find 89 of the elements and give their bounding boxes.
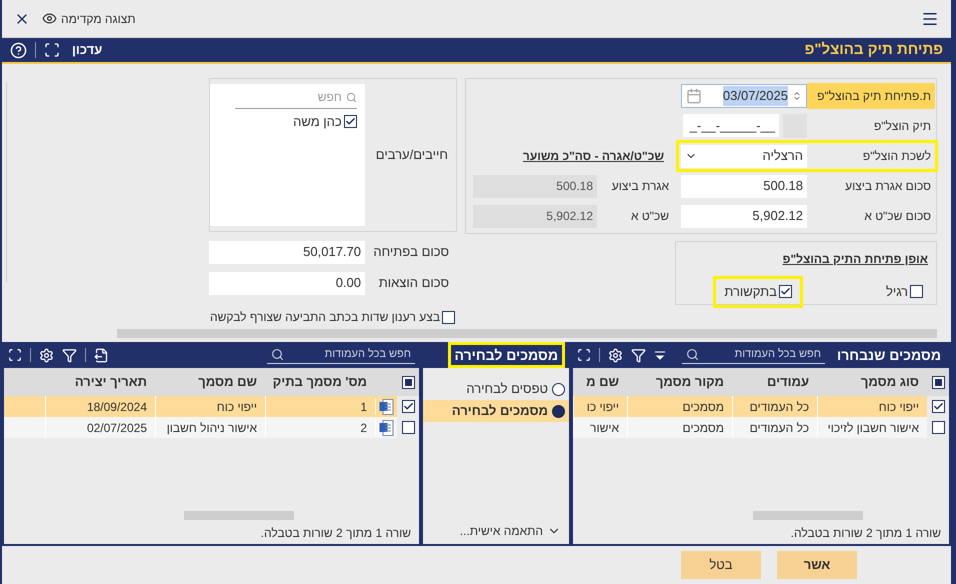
search-field[interactable]: חפש בכל העמודות: [682, 346, 825, 364]
estimate-link[interactable]: שכ"ט/אגרה - סה"כ משוער: [522, 147, 664, 165]
settings-icon[interactable]: [608, 348, 623, 362]
search-field[interactable]: חפש: [242, 88, 342, 106]
input-field[interactable]: 500.18: [681, 174, 807, 198]
document-icon[interactable]: [379, 398, 394, 414]
search-icon: [271, 348, 284, 361]
panel-title: מסמכים לבחירה: [448, 342, 565, 368]
option-checkbox[interactable]: רגיל: [882, 279, 926, 304]
field-label: סכום שכ"ט א: [863, 208, 932, 225]
spinner-icon[interactable]: [792, 91, 802, 101]
input-field[interactable]: 0.00: [209, 272, 365, 294]
field-label: ת.פתיחת תיק בהוצל"פ: [807, 83, 935, 109]
debtor-name: כהן משה: [293, 113, 342, 131]
field-label: תיק הוצל"פ: [872, 118, 932, 135]
table-row[interactable]: ייפוי כוח כל העמודים מסמכים ייפוי כו: [573, 396, 949, 417]
option-item[interactable]: טפסים לבחירה: [423, 378, 569, 400]
action-button[interactable]: בטל: [681, 551, 761, 579]
row-checkbox[interactable]: [932, 421, 944, 434]
checkbox-mark[interactable]: [910, 285, 923, 298]
filter-icon[interactable]: [631, 348, 646, 362]
row-checkbox[interactable]: [402, 421, 414, 434]
field-label: לשכת הוצל"פ: [862, 148, 932, 165]
sort-icon[interactable]: [654, 349, 666, 361]
export-icon[interactable]: [94, 348, 109, 362]
table-row[interactable]: אישור חשבון לזיכוי כל העמודים מסמכים אישור: [573, 417, 949, 438]
field-label: חייבים/ערבים: [374, 146, 449, 164]
search-field[interactable]: חפש בכל העמודות: [267, 346, 415, 364]
column-header[interactable]: שם מ: [573, 372, 627, 392]
debtors-list[interactable]: חפש כהן משה: [210, 84, 365, 226]
refresh-checkbox[interactable]: [442, 310, 455, 324]
field-label: סכום אגרת ביצוע: [844, 178, 932, 195]
search-icon: [346, 92, 357, 102]
eye-icon: [42, 11, 57, 26]
option-checkbox[interactable]: בתקשורת: [713, 276, 803, 308]
settings-icon[interactable]: [39, 348, 54, 362]
preview-button[interactable]: תצוגה מקדימה: [42, 10, 136, 28]
table-cell: 02/07/2025: [45, 417, 155, 438]
fullscreen-icon[interactable]: [44, 42, 60, 58]
field-label: אגרת ביצוע: [610, 178, 670, 195]
section-title: אופן פתיחת התיק בהוצל"פ: [782, 251, 928, 268]
option-item[interactable]: מסמכים לבחירה: [423, 400, 569, 422]
column-header[interactable]: מס' מסמך בתיק: [265, 372, 375, 392]
field-label: סכום בפתיחה: [372, 243, 450, 262]
table-cell: 2: [265, 417, 375, 438]
table-cell: אישור: [573, 417, 627, 438]
checkbox-mark[interactable]: [778, 285, 792, 298]
select-all-checkbox[interactable]: [932, 376, 944, 388]
search-icon: [686, 348, 699, 361]
update-button[interactable]: עדכון: [68, 40, 106, 60]
filter-icon[interactable]: [62, 348, 77, 362]
field-label: סכום הוצאות: [378, 274, 450, 292]
select-all-checkbox[interactable]: [402, 376, 414, 388]
page-title: פתיחת תיק בהוצל"פ: [804, 40, 943, 60]
readonly-field: 500.18: [473, 174, 597, 198]
panel-title: מסמכים שנבחרו: [836, 346, 942, 364]
column-header[interactable]: עמודים: [732, 372, 817, 392]
dropdown[interactable]: הרצליה: [681, 144, 807, 168]
input-field[interactable]: __-_____-__-_: [683, 114, 779, 137]
column-header[interactable]: סוג מסמך: [817, 372, 927, 392]
fullscreen-icon[interactable]: [8, 348, 22, 362]
date-field[interactable]: 03/07/2025: [681, 84, 807, 108]
fullscreen-icon[interactable]: [577, 348, 591, 362]
row-count-text: שורה 1 מתוך 2 שורות בטבלה.: [790, 525, 942, 542]
field-label: שכ"ט א: [630, 208, 670, 225]
table-cell: אישור חשבון לזיכוי: [817, 417, 927, 438]
input-field[interactable]: 50,017.70: [209, 240, 365, 264]
table-cell: אישור ניהול חשבון: [155, 417, 265, 438]
row-checkbox[interactable]: [402, 400, 414, 413]
horizontal-scrollbar[interactable]: [753, 510, 863, 520]
row-count-text: שורה 1 מתוך 2 שורות בטבלה.: [260, 525, 412, 542]
input-field[interactable]: 5,902.12: [681, 204, 807, 228]
checkbox-label: בצע רענון שדות בכתב התביעה שצורף לבקשה: [210, 309, 440, 326]
readonly-field: 5,902.12: [473, 204, 597, 228]
table-cell: כל העמודים: [732, 417, 817, 438]
radio-button[interactable]: [552, 382, 565, 396]
row-checkbox[interactable]: [932, 400, 944, 413]
checkbox[interactable]: [344, 115, 357, 128]
help-icon[interactable]: [10, 42, 27, 58]
table-cell: מסמכים: [627, 417, 732, 438]
column-header[interactable]: תאריך יצירה: [45, 372, 155, 392]
radio-button[interactable]: [552, 404, 565, 418]
customize-button[interactable]: התאמה אישית...: [423, 522, 569, 540]
horizontal-scrollbar[interactable]: [117, 329, 937, 338]
document-icon[interactable]: [379, 420, 394, 436]
column-header[interactable]: מקור מסמך: [627, 372, 732, 392]
column-header[interactable]: שם מסמך: [155, 372, 265, 392]
action-button[interactable]: אשר: [777, 551, 857, 579]
horizontal-scrollbar[interactable]: [184, 510, 294, 520]
